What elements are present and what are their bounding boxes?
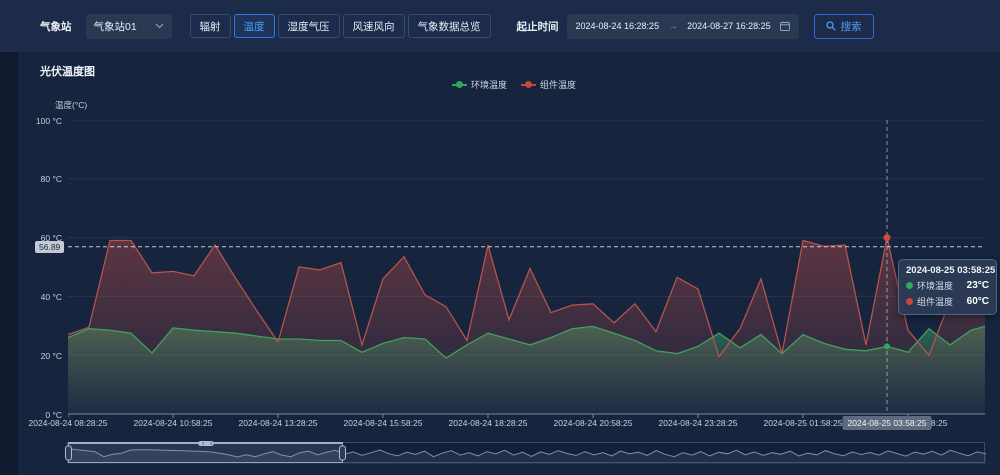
tab-weather-overview[interactable]: 气象数据总览 bbox=[408, 14, 491, 38]
tab-humidity-pressure[interactable]: 湿度气压 bbox=[278, 14, 340, 38]
series-dot-icon bbox=[906, 298, 913, 305]
x-axis-tick-label: 2024-08-24 20:58:25 bbox=[554, 418, 633, 428]
y-axis-tick-label: 100 °C bbox=[20, 116, 62, 126]
time-range-label: 起止时间 bbox=[517, 19, 559, 34]
station-select[interactable]: 气象站01 bbox=[86, 14, 172, 39]
page-title: 光伏温度图 bbox=[40, 63, 95, 79]
legend: 环境温度 组件温度 bbox=[452, 78, 576, 91]
legend-line-dot-icon bbox=[521, 81, 536, 88]
y-axis-tick-label: 20 °C bbox=[20, 351, 62, 361]
tab-radiation[interactable]: 辐射 bbox=[190, 14, 231, 38]
search-button-label: 搜索 bbox=[841, 19, 862, 34]
y-axis-tick-label: 40 °C bbox=[20, 292, 62, 302]
tooltip: 2024-08-25 03:58:25 环境温度 23°C 组件温度 60°C bbox=[898, 259, 997, 315]
x-axis-tick-label: 2024-08-24 18:28:25 bbox=[449, 418, 528, 428]
tab-temperature[interactable]: 温度 bbox=[234, 14, 275, 38]
calendar-icon bbox=[780, 21, 790, 31]
datazoom-grip[interactable] bbox=[198, 441, 213, 446]
y-axis-marker-badge: 56.89 bbox=[35, 241, 64, 253]
tooltip-series-name: 组件温度 bbox=[917, 295, 953, 308]
end-time-value: 2024-08-27 16:28:25 bbox=[687, 21, 771, 31]
arrow-right-icon: → bbox=[668, 21, 678, 32]
tooltip-title: 2024-08-25 03:58:25 bbox=[906, 265, 989, 276]
legend-line-dot-icon bbox=[452, 81, 467, 88]
datazoom-window[interactable] bbox=[68, 442, 343, 463]
start-time-value: 2024-08-24 16:28:25 bbox=[576, 21, 660, 31]
tooltip-row: 环境温度 23°C bbox=[906, 279, 989, 292]
y-axis-tick-label: 80 °C bbox=[20, 174, 62, 184]
legend-item-module[interactable]: 组件温度 bbox=[521, 78, 576, 91]
station-select-value: 气象站01 bbox=[94, 19, 137, 34]
line-chart-plot[interactable] bbox=[68, 120, 985, 420]
tab-wind[interactable]: 风速风向 bbox=[343, 14, 405, 38]
station-label: 气象站 bbox=[40, 19, 72, 34]
date-range-picker[interactable]: 2024-08-24 16:28:25 → 2024-08-27 16:28:2… bbox=[567, 14, 799, 39]
legend-item-ambient[interactable]: 环境温度 bbox=[452, 78, 507, 91]
x-axis-tick-label: 2024-08-25 01:58:25 bbox=[764, 418, 843, 428]
x-axis-tick-label: 2024-08-24 13:28:25 bbox=[239, 418, 318, 428]
tooltip-series-value: 23°C bbox=[967, 280, 989, 291]
tooltip-series-name: 环境温度 bbox=[917, 279, 953, 292]
y-axis-name: 温度(°C) bbox=[55, 99, 87, 111]
chart-panel: 光伏温度图 环境温度组件温度 温度(°C) 100 °C80 °C60 °C40… bbox=[18, 52, 1000, 475]
legend-label: 环境温度 bbox=[471, 78, 507, 91]
x-axis-pointer-badge: 2024-08-25 03:58:25 bbox=[843, 416, 932, 430]
tooltip-series-value: 60°C bbox=[967, 296, 989, 307]
legend-label: 组件温度 bbox=[540, 78, 576, 91]
x-axis-tick-label: 2024-08-24 10:58:25 bbox=[134, 418, 213, 428]
tab-group: 辐射温度湿度气压风速风向气象数据总览 bbox=[190, 14, 491, 38]
chevron-down-icon bbox=[155, 23, 164, 29]
datazoom-right-handle[interactable] bbox=[339, 446, 346, 461]
series-dot-icon bbox=[906, 282, 913, 289]
x-axis-tick-label: 2024-08-24 08:28:25 bbox=[29, 418, 108, 428]
x-axis-tick-label: 2024-08-24 15:58:25 bbox=[344, 418, 423, 428]
datazoom-slider[interactable] bbox=[67, 442, 985, 463]
datazoom-left-handle[interactable] bbox=[65, 446, 72, 461]
search-button[interactable]: 搜索 bbox=[814, 14, 874, 39]
search-icon bbox=[826, 21, 836, 31]
topbar: 气象站 气象站01 辐射温度湿度气压风速风向气象数据总览 起止时间 2024-0… bbox=[0, 0, 1000, 52]
tooltip-row: 组件温度 60°C bbox=[906, 295, 989, 308]
x-axis-tick-label: 2024-08-24 23:28:25 bbox=[659, 418, 738, 428]
